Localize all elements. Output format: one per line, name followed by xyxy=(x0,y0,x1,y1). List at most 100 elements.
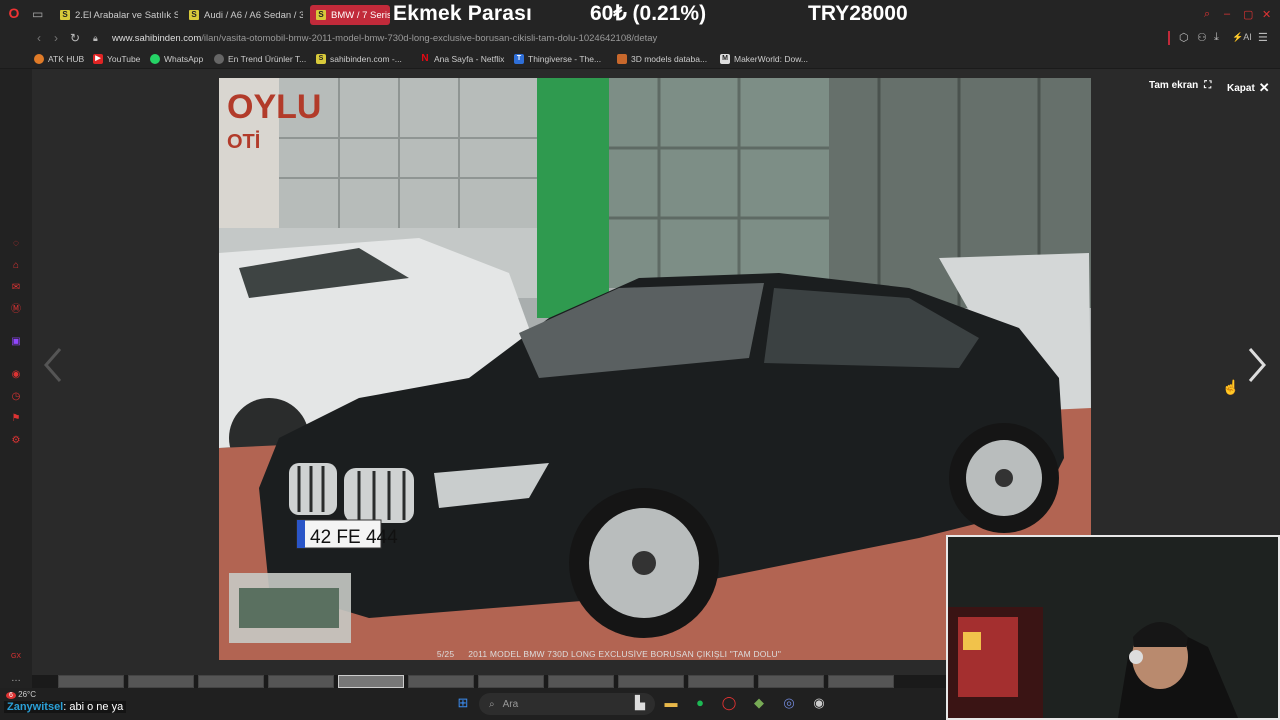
more-icon[interactable]: … xyxy=(9,672,23,686)
reload-icon[interactable]: ↻ xyxy=(70,31,80,45)
bookmark-label: Thingiverse - The... xyxy=(528,54,602,64)
profile-icon[interactable]: ⚇ xyxy=(1197,31,1207,44)
youtube-icon: ▶ xyxy=(93,54,103,64)
address-divider xyxy=(1168,31,1170,45)
tab-item[interactable]: S Audi / A6 / A6 Sedan / 3.0 xyxy=(183,5,303,25)
opera-gx-icon[interactable]: ◯ xyxy=(720,694,738,712)
url-host: www.sahibinden.com xyxy=(112,33,202,44)
bag-icon[interactable]: ⌂ xyxy=(9,259,23,273)
thumbnail[interactable] xyxy=(828,675,894,688)
bookmark-item[interactable]: 3D models databa... xyxy=(617,49,707,69)
app-icon[interactable]: ◆ xyxy=(750,694,768,712)
thingiverse-icon: T xyxy=(514,54,524,64)
license-plate-text: 42 FE 444 xyxy=(310,527,398,548)
stream-overlay-price: TRY28000 xyxy=(808,2,908,25)
thumbnail[interactable] xyxy=(758,675,824,688)
download-icon[interactable]: ⤓ xyxy=(1214,31,1219,44)
atk-icon xyxy=(34,54,44,64)
maximize-icon[interactable]: ▢ xyxy=(1243,8,1253,21)
weather-widget[interactable]: 6 26°C xyxy=(6,690,36,699)
easy-setup-icon[interactable]: ☰ xyxy=(1258,31,1268,44)
history-icon[interactable]: ◷ xyxy=(9,390,23,404)
thumbnail[interactable] xyxy=(618,675,684,688)
bookmark-item[interactable]: Ssahibinden.com -... xyxy=(316,49,402,69)
fullscreen-label: Tam ekran xyxy=(1149,80,1199,91)
tab-item[interactable]: S 2.El Arabalar ve Satılık Sıfır xyxy=(54,5,178,25)
streamer-webcam xyxy=(946,535,1280,720)
chevron-left-icon xyxy=(44,348,62,382)
thumbnail[interactable] xyxy=(128,675,194,688)
sahibinden-favicon-icon: S xyxy=(60,10,70,20)
spotify-icon[interactable]: ● xyxy=(691,694,709,712)
forward-icon[interactable]: › xyxy=(54,31,58,45)
discord-icon[interactable]: ◎ xyxy=(780,694,798,712)
photo-page-indicator: 5/25 xyxy=(436,649,455,659)
taskbar-search[interactable]: ⌕ Ara xyxy=(479,693,655,715)
task-view-icon[interactable]: ▙ xyxy=(631,694,649,712)
svg-text:OTİ: OTİ xyxy=(227,130,260,153)
thumbnail[interactable] xyxy=(58,675,124,688)
weather-temp: 26°C xyxy=(18,690,37,699)
tab-overview-icon[interactable]: ▭ xyxy=(32,7,50,23)
thumbnail[interactable] xyxy=(198,675,264,688)
thumbnail[interactable] xyxy=(408,675,474,688)
bookmark-item[interactable]: N Ana Sayfa - Netflix xyxy=(420,49,504,69)
photo-caption-text: 2011 MODEL BMW 730D LONG EXCLUSİVE BORUS… xyxy=(468,649,782,659)
next-photo-button[interactable] xyxy=(1244,345,1270,385)
ai-icon[interactable]: ⚡AI xyxy=(1232,32,1252,43)
bookmark-label: sahibinden.com -... xyxy=(330,54,402,64)
thumbnail[interactable] xyxy=(688,675,754,688)
lock-icon: 🔒︎ xyxy=(93,33,98,43)
notification-count: 6 xyxy=(6,692,16,699)
obs-icon[interactable]: ◉ xyxy=(810,694,828,712)
m-app-icon[interactable]: Ⓜ xyxy=(9,303,23,317)
bookmark-label: En Trend Ürünler T... xyxy=(228,54,307,64)
thumbnail-strip xyxy=(58,675,948,688)
url-field[interactable]: www.sahibinden.com/ilan/vasita-otomobil-… xyxy=(112,29,657,49)
extensions-icon[interactable]: ⬡ xyxy=(1179,31,1189,44)
file-explorer-icon[interactable]: ▬ xyxy=(662,694,680,712)
models-icon xyxy=(617,54,627,64)
close-window-icon[interactable]: ✕ xyxy=(1262,8,1271,21)
hand-cursor-icon: ☝ xyxy=(1222,379,1240,395)
close-gallery-button[interactable]: Kapat ✕ xyxy=(1227,80,1270,96)
player-icon[interactable]: ◉ xyxy=(9,368,23,382)
bookmark-item[interactable]: WhatsApp xyxy=(150,49,203,69)
messenger-icon[interactable]: ✉ xyxy=(9,281,23,295)
thumbnail[interactable] xyxy=(268,675,334,688)
close-label: Kapat xyxy=(1227,82,1255,94)
bookmark-label: Ana Sayfa - Netflix xyxy=(434,54,505,64)
fullscreen-button[interactable]: Tam ekran ⛶ xyxy=(1149,80,1211,91)
settings-icon[interactable]: ⚙ xyxy=(9,434,23,448)
search-placeholder: Ara xyxy=(502,698,519,710)
thumbnail-active[interactable] xyxy=(338,675,404,688)
windows-start-icon[interactable]: ⊞ xyxy=(454,694,472,712)
bookmark-label: YouTube xyxy=(107,54,141,64)
sahibinden-favicon-icon: S xyxy=(316,54,326,64)
twitch-icon[interactable]: ▣ xyxy=(9,335,23,349)
netflix-icon: N xyxy=(421,53,429,64)
previous-photo-button[interactable] xyxy=(40,345,66,385)
bookmark-item[interactable]: ▶ YouTube xyxy=(93,49,140,69)
bookmark-item[interactable]: En Trend Ürünler T... xyxy=(214,49,306,69)
close-icon: ✕ xyxy=(1258,80,1270,95)
opera-menu-icon[interactable]: O xyxy=(4,3,24,23)
sahibinden-favicon-icon: S xyxy=(189,10,199,20)
tab-label: Audi / A6 / A6 Sedan / 3.0 xyxy=(204,9,303,21)
aria-icon[interactable]: ◌ xyxy=(9,237,23,251)
bookmark-item[interactable]: ATK HUB xyxy=(34,49,84,69)
pinboard-icon[interactable]: ⚑ xyxy=(9,412,23,426)
search-tabs-icon[interactable]: ⌕ xyxy=(1204,8,1210,21)
back-icon[interactable]: ‹ xyxy=(37,31,41,45)
photo-caption: 5/25 2011 MODEL BMW 730D LONG EXCLUSİVE B… xyxy=(219,646,999,662)
bookmark-item[interactable]: T Thingiverse - The... xyxy=(514,49,601,69)
thumbnail[interactable] xyxy=(478,675,544,688)
bookmark-item[interactable]: M MakerWorld: Dow... xyxy=(720,49,808,69)
minimize-icon[interactable]: – xyxy=(1224,8,1230,20)
tab-label: 2.El Arabalar ve Satılık Sıfır xyxy=(75,9,178,21)
bookmark-label: MakerWorld: Dow... xyxy=(734,54,809,64)
tab-item-active[interactable]: S BMW / 7 Serisi xyxy=(310,5,390,25)
thumbnail[interactable] xyxy=(548,675,614,688)
whatsapp-icon xyxy=(150,54,160,64)
gx-icon[interactable]: GX xyxy=(9,650,23,664)
